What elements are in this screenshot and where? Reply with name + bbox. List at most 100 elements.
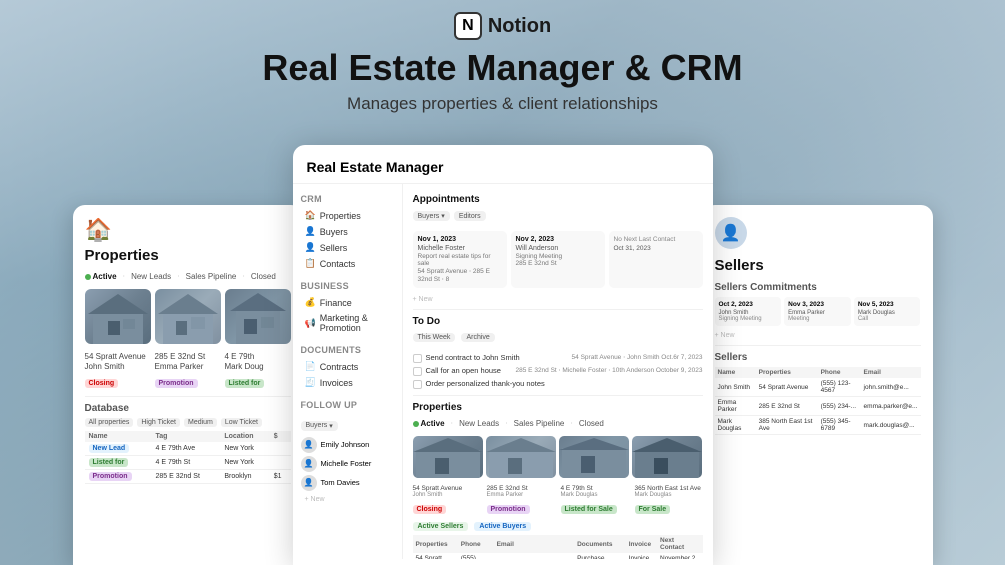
main-title: Real Estate Manager & CRM	[0, 48, 1005, 88]
props-tab-active[interactable]: Active	[413, 419, 445, 428]
sh-col-4: Documents	[574, 535, 626, 553]
sh-col-6: Next Contact	[657, 535, 703, 553]
todo-filters: This Week Archive	[413, 333, 703, 348]
rc-col-4: Email	[861, 367, 921, 378]
tab-sales[interactable]: Sales Pipeline	[186, 272, 237, 281]
center-title: Real Estate Manager	[307, 159, 699, 175]
right-sellers-table: Name Properties Phone Email John Smith 5…	[715, 367, 921, 435]
property-image-3	[225, 289, 291, 344]
sidebar-item-finance[interactable]: 💰 Finance	[301, 295, 394, 310]
todo-item-1: Send contract to John Smith 54 Spratt Av…	[413, 353, 703, 363]
sidebar-item-invoices[interactable]: 🧾 Invoices	[301, 375, 394, 390]
todo-checkbox-3[interactable]	[413, 380, 422, 389]
finance-icon: 💰	[305, 297, 316, 308]
mini-prop-detail-3: 4 E 79th St Mark Douglas Listed for Sale	[561, 484, 631, 516]
rc-col-1: Name	[715, 367, 756, 378]
sellers-table: Properties Phone Email Documents Invoice…	[413, 535, 703, 559]
property-2-detail: 285 E 32nd St Emma Parker Promotion	[155, 352, 221, 390]
tag-promotion: Promotion	[155, 379, 198, 388]
col-tag: Tag	[152, 431, 221, 442]
tab-closed[interactable]: Closed	[251, 272, 276, 281]
mini-prop-images	[413, 436, 703, 478]
editors-badge[interactable]: Editors	[454, 211, 486, 221]
sidebar-item-contacts[interactable]: 📋 Contacts	[301, 256, 394, 271]
sh-col-2: Phone	[458, 535, 494, 553]
appt-add[interactable]: + New	[413, 296, 703, 303]
followup-michelle: 👤 Michelle Foster	[301, 456, 394, 472]
left-card: 🏠 Properties Active ⋅ New Leads ⋅ Sales …	[73, 205, 303, 565]
props-tab-sales[interactable]: Sales Pipeline	[514, 419, 565, 428]
tab-active[interactable]: Active	[85, 272, 117, 281]
documents-label: Documents	[301, 345, 394, 355]
col-name: Name	[85, 431, 152, 442]
notion-icon: N	[454, 12, 482, 40]
cards-area: 🏠 Properties Active ⋅ New Leads ⋅ Sales …	[0, 140, 1005, 565]
right-card: 👤 Sellers Sellers Commitments Oct 2, 202…	[703, 205, 933, 565]
sidebar-item-buyers[interactable]: 👤 Buyers	[301, 224, 394, 239]
house-icon: 🏠	[85, 217, 291, 243]
michelle-avatar: 👤	[301, 456, 317, 472]
documents-section: Documents 📄 Contracts 🧾 Invoices	[301, 345, 394, 390]
status-row: Active Sellers Active Buyers	[413, 522, 703, 531]
todo-item-3: Order personalized thank-you notes	[413, 379, 703, 389]
appointments-view-row: Buyers ▾ Editors	[413, 211, 703, 227]
divider-appt	[413, 309, 703, 310]
rc-col-3: Phone	[818, 367, 861, 378]
archive-filter[interactable]: Archive	[461, 333, 494, 342]
center-main: Appointments Buyers ▾ Editors Nov 1, 202…	[403, 184, 713, 559]
followup-tom: 👤 Tom Davies	[301, 475, 394, 491]
sh-col-1: Properties	[413, 535, 458, 553]
right-appt-3: Nov 5, 2023 Mark Douglas Call	[854, 297, 921, 326]
notion-logo: N Notion	[454, 12, 551, 40]
todo-title: To Do	[413, 316, 703, 327]
right-divider	[715, 345, 921, 346]
invoices-icon: 🧾	[305, 377, 316, 388]
header: N Notion Real Estate Manager & CRM Manag…	[0, 0, 1005, 114]
this-week-filter[interactable]: This Week	[413, 333, 456, 342]
appt-card-1: Nov 1, 2023 Michelle Foster Report real …	[413, 231, 507, 288]
followup-emily: 👤 Emily Johnson	[301, 437, 394, 453]
user-avatar: 👤	[715, 217, 747, 249]
followup-label: Follow up	[301, 400, 394, 410]
mini-prop-img-1	[413, 436, 483, 478]
db-filters: All properties High Ticket Medium Low Ti…	[85, 418, 291, 427]
crm-section: CRM 🏠 Properties 👤 Buyers 👤 Sellers	[301, 194, 394, 271]
db-table: Name Tag Location $ New Lead 4 E 79th Av…	[85, 431, 291, 484]
col-location: Location	[220, 431, 269, 442]
mini-prop-img-4	[632, 436, 702, 478]
table-row: Promotion 285 E 32nd St Brooklyn $1	[85, 470, 291, 484]
buyers-view-badge[interactable]: Buyers ▾	[413, 211, 450, 221]
sidebar-item-sellers[interactable]: 👤 Sellers	[301, 240, 394, 255]
props-section-title: Properties	[413, 402, 703, 413]
mini-prop-img-3	[559, 436, 629, 478]
table-row: John Smith 54 Spratt Avenue (555) 123-45…	[715, 378, 921, 397]
marketing-icon: 📢	[305, 318, 316, 329]
right-appt-1: Oct 2, 2023 John Smith Signing Meeting	[715, 297, 782, 326]
followup-add[interactable]: + New	[301, 494, 394, 505]
property-image-1	[85, 289, 151, 344]
table-row: Mark Douglas 385 North East 1st Ave (555…	[715, 416, 921, 435]
property-images	[85, 289, 291, 344]
right-add[interactable]: + New	[715, 332, 921, 339]
buyers-filter[interactable]: Buyers ▾	[301, 421, 338, 431]
right-appt-grid: Oct 2, 2023 John Smith Signing Meeting N…	[715, 297, 921, 326]
sellers-icon: 👤	[305, 242, 316, 253]
sidebar-item-contracts[interactable]: 📄 Contracts	[301, 359, 394, 374]
buyers-icon: 👤	[305, 226, 316, 237]
commitments-title: Sellers Commitments	[715, 282, 921, 293]
todo-checkbox-1[interactable]	[413, 354, 422, 363]
sh-col-3: Email	[494, 535, 575, 553]
business-label: Business	[301, 281, 394, 291]
notion-label: Notion	[488, 15, 551, 38]
props-tab-new[interactable]: New Leads	[459, 419, 499, 428]
table-row: Emma Parker 285 E 32nd St (555) 234-... …	[715, 397, 921, 416]
rc-col-2: Properties	[756, 367, 818, 378]
tab-new-leads[interactable]: New Leads	[131, 272, 171, 281]
sidebar-item-properties[interactable]: 🏠 Properties	[301, 208, 394, 223]
todo-checkbox-2[interactable]	[413, 367, 422, 376]
divider-todo	[413, 395, 703, 396]
sidebar-item-marketing[interactable]: 📢 Marketing & Promotion	[301, 311, 394, 335]
props-tab-closed[interactable]: Closed	[579, 419, 604, 428]
right-card-title: Sellers	[715, 257, 921, 274]
sub-title: Manages properties & client relationship…	[0, 94, 1005, 114]
